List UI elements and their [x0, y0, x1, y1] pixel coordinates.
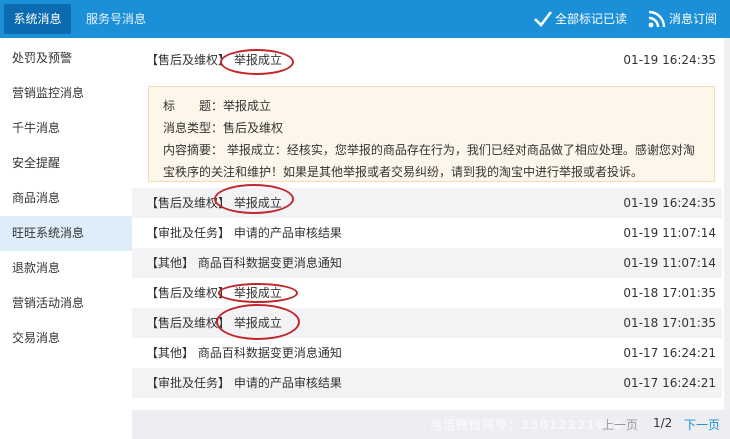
message-category: 【审批及任务】 [146, 376, 231, 390]
checkmark-icon [534, 11, 553, 27]
watermark-text: 电话微信同号：15012221616 [430, 418, 624, 432]
message-title[interactable]: 申请的产品审核结果 [234, 376, 342, 390]
sidebar-item-qianniu[interactable]: 千牛消息 [0, 111, 132, 146]
message-category: 【售后及维权】 [146, 196, 231, 210]
message-time: 01-17 16:24:21 [623, 376, 716, 390]
sidebar-item-marketing-activity[interactable]: 营销活动消息 [0, 286, 132, 321]
detail-type-label: 消息类型： [163, 121, 224, 135]
message-time: 01-19 11:07:14 [623, 256, 716, 270]
sidebar-item-penalty-warning[interactable]: 处罚及预警 [0, 41, 132, 76]
detail-type-value: 售后及维权 [223, 121, 284, 135]
sidebar-item-product[interactable]: 商品消息 [0, 181, 132, 216]
message-row[interactable]: 【售后及维权】 举报成立 01-18 17:01:35 [132, 278, 722, 308]
next-page-button[interactable]: 下一页 [684, 416, 720, 433]
sidebar-item-security[interactable]: 安全提醒 [0, 146, 132, 181]
sidebar-item-wangwang-system[interactable]: 旺旺系统消息 [0, 216, 132, 251]
detail-type-line: 消息类型：售后及维权 [163, 117, 700, 139]
message-title[interactable]: 举报成立 [234, 53, 282, 67]
message-time: 01-19 16:24:35 [623, 196, 716, 210]
message-time: 01-18 17:01:35 [623, 286, 716, 300]
top-bar: 系统消息 服务号消息 全部标记已读 消息订阅 [0, 0, 730, 38]
message-title[interactable]: 举报成立 [234, 316, 282, 330]
message-row[interactable]: 【售后及维权】 举报成立 01-19 16:24:35 [132, 188, 722, 218]
mark-all-read-label: 全部标记已读 [555, 12, 628, 26]
message-detail-panel: 标 题：举报成立 消息类型：售后及维权 内容摘要： 举报成立：经核实，您举报的商… [148, 86, 715, 182]
detail-title-value: 举报成立 [223, 99, 272, 113]
message-row[interactable]: 【审批及任务】 申请的产品审核结果 01-19 11:07:14 [132, 218, 722, 248]
subscribe-button[interactable]: 消息订阅 [647, 8, 727, 30]
message-time: 01-19 16:24:35 [623, 53, 716, 67]
message-category: 【售后及维权】 [146, 286, 231, 300]
sidebar-item-marketing-monitor[interactable]: 营销监控消息 [0, 76, 132, 111]
sidebar: 处罚及预警 营销监控消息 千牛消息 安全提醒 商品消息 旺旺系统消息 退款消息 … [0, 38, 132, 439]
sidebar-item-trade[interactable]: 交易消息 [0, 321, 132, 356]
message-title[interactable]: 举报成立 [234, 286, 282, 300]
message-title[interactable]: 商品百科数据变更消息通知 [198, 256, 342, 270]
message-row[interactable]: 【售后及维权】 举报成立 01-18 17:01:35 [132, 308, 722, 338]
pager: 电话微信同号：15012221616 上一页 1/2 下一页 [132, 410, 730, 439]
message-category: 【其他】 [146, 346, 195, 360]
message-category: 【售后及维权】 [146, 316, 231, 330]
mark-all-read-button[interactable]: 全部标记已读 [533, 8, 633, 30]
message-row[interactable]: 【其他】 商品百科数据变更消息通知 01-17 16:24:21 [132, 338, 722, 368]
rss-icon [648, 10, 666, 28]
message-category: 【售后及维权】 [146, 53, 231, 67]
tab-service-messages[interactable]: 服务号消息 [76, 4, 156, 34]
message-row[interactable]: 【其他】 商品百科数据变更消息通知 01-19 11:07:14 [132, 248, 722, 278]
message-title[interactable]: 申请的产品审核结果 [234, 226, 342, 240]
message-title[interactable]: 商品百科数据变更消息通知 [198, 346, 342, 360]
message-category: 【审批及任务】 [146, 226, 231, 240]
detail-title-label: 标 题： [163, 99, 224, 113]
message-category: 【其他】 [146, 256, 195, 270]
message-time: 01-17 16:24:21 [623, 346, 716, 360]
detail-title-line: 标 题：举报成立 [163, 95, 700, 117]
message-row[interactable]: 【审批及任务】 申请的产品审核结果 01-17 16:24:21 [132, 368, 722, 398]
message-list: 【售后及维权】 举报成立 01-19 16:24:35 标 题：举报成立 消息类… [132, 38, 730, 439]
message-title[interactable]: 举报成立 [234, 196, 282, 210]
message-time: 01-19 11:07:14 [623, 226, 716, 240]
detail-content-value: 举报成立：经核实，您举报的商品存在行为，我们已经对商品做了相应处理。感谢您对淘宝… [163, 143, 695, 179]
scrollbar[interactable] [724, 38, 730, 439]
page-indicator: 1/2 [653, 416, 673, 430]
prev-page-button[interactable]: 上一页 [602, 416, 638, 433]
message-row[interactable]: 【售后及维权】 举报成立 01-19 16:24:35 [132, 45, 722, 75]
tab-system-messages[interactable]: 系统消息 [4, 4, 71, 34]
detail-content-line: 内容摘要： 举报成立：经核实，您举报的商品存在行为，我们已经对商品做了相应处理。… [163, 139, 700, 183]
detail-content-label: 内容摘要： [163, 143, 224, 157]
message-time: 01-18 17:01:35 [623, 316, 716, 330]
sidebar-item-refund[interactable]: 退款消息 [0, 251, 132, 286]
subscribe-label: 消息订阅 [669, 12, 718, 26]
